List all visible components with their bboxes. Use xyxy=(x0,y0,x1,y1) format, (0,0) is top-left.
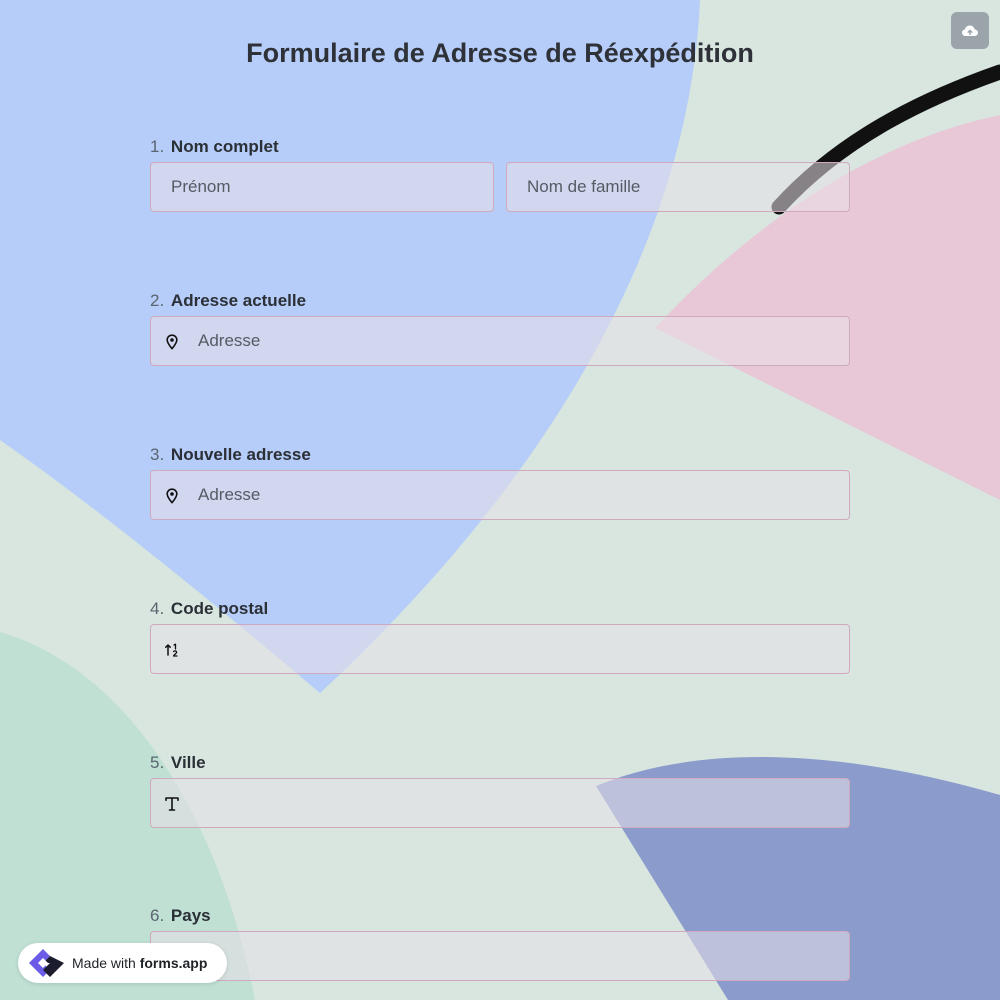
cloud-upload-button[interactable] xyxy=(951,12,989,49)
question-number: 6. xyxy=(150,906,165,925)
question-text: Code postal xyxy=(170,599,269,618)
number-sort-icon xyxy=(165,643,178,657)
cloud-upload-icon xyxy=(962,25,978,36)
question-text: Nom complet xyxy=(170,137,279,156)
forms-app-logo-icon xyxy=(29,949,64,977)
new-address-input[interactable] xyxy=(150,470,850,520)
made-with-forms-app-badge[interactable]: Made with forms.app xyxy=(18,943,227,983)
country-input[interactable] xyxy=(150,931,850,981)
question-label: 2. Adresse actuelle xyxy=(150,291,306,311)
question-text: Nouvelle adresse xyxy=(170,445,311,464)
text-type-icon xyxy=(165,797,179,811)
last-name-input[interactable] xyxy=(506,162,850,212)
city-input[interactable] xyxy=(150,778,850,828)
badge-prefix: Made with xyxy=(72,955,136,971)
page-title: Formulaire de Adresse de Réexpédition xyxy=(246,38,754,68)
question-label: 6. Pays xyxy=(150,906,211,926)
location-pin-icon xyxy=(166,334,178,350)
question-label: 5. Ville xyxy=(150,753,206,773)
postal-code-input[interactable] xyxy=(150,624,850,674)
badge-label: Made with forms.app xyxy=(72,955,207,971)
question-label: 4. Code postal xyxy=(150,599,268,619)
question-text: Ville xyxy=(170,753,206,772)
question-label: 1. Nom complet xyxy=(150,137,279,157)
location-pin-icon xyxy=(166,488,178,504)
question-number: 1. xyxy=(150,137,165,156)
badge-brand: forms.app xyxy=(139,955,208,971)
question-label: 3. Nouvelle adresse xyxy=(150,445,311,465)
question-number: 2. xyxy=(150,291,165,310)
question-number: 3. xyxy=(150,445,165,464)
question-number: 4. xyxy=(150,599,165,618)
current-address-input[interactable] xyxy=(150,316,850,366)
first-name-input[interactable] xyxy=(150,162,494,212)
question-text: Pays xyxy=(170,906,211,925)
question-number: 5. xyxy=(150,753,165,772)
question-text: Adresse actuelle xyxy=(170,291,307,310)
